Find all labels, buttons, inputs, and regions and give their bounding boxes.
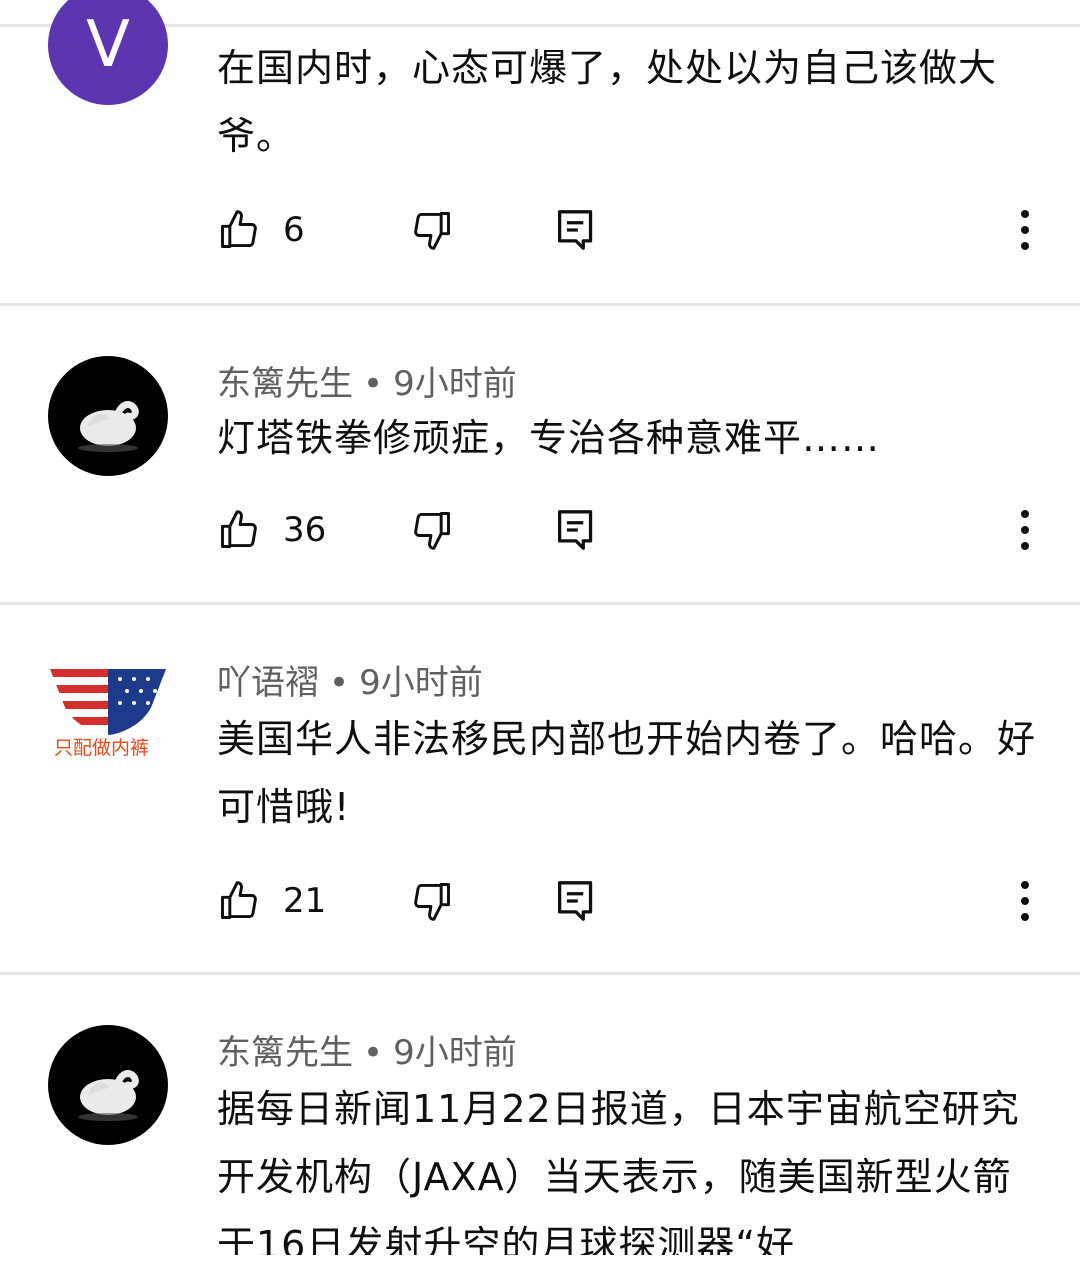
separator-dot: • <box>329 663 350 703</box>
timestamp: 9小时前 <box>359 663 483 703</box>
thumbs-up-icon <box>221 881 257 919</box>
separator-dot: • <box>363 364 384 404</box>
comment-actions: 21 <box>0 871 1080 931</box>
comment-text: 美国华人非法移民内部也开始内卷了。哈哈。好可惜哦! <box>217 717 1037 829</box>
like-count: 36 <box>283 510 327 550</box>
like-button[interactable]: 21 <box>217 871 326 931</box>
divider <box>0 972 1080 975</box>
dislike-button[interactable] <box>410 871 454 931</box>
more-options-button[interactable] <box>1010 871 1040 931</box>
flag-underwear-avatar-image <box>50 669 166 735</box>
comment-text: 据每日新闻11月22日报道，日本宇宙航空研究开发机构（JAXA）当天表示，随美国… <box>217 1087 1020 1255</box>
reply-button[interactable] <box>556 871 596 931</box>
thumbs-down-icon <box>414 212 450 250</box>
comment-actions: 36 <box>0 500 1080 560</box>
author-name[interactable]: 东篱先生 <box>217 1033 353 1073</box>
avatar[interactable]: V <box>48 0 168 105</box>
swan-avatar-image <box>78 1070 139 1121</box>
avatar-caption: 只配做内裤 <box>54 737 150 759</box>
timestamp: 9小时前 <box>393 364 517 404</box>
comment-meta: 东篱先生 • 9小时前 <box>217 1025 517 1074</box>
separator-dot: • <box>363 1033 384 1073</box>
avatar[interactable]: 只配做内裤 <box>48 665 168 785</box>
dislike-button[interactable] <box>410 200 454 260</box>
reply-icon <box>558 881 593 921</box>
like-count: 21 <box>283 881 327 921</box>
like-button[interactable]: 6 <box>217 200 305 260</box>
more-options-button[interactable] <box>1010 200 1040 260</box>
comment-text: 在国内时，心态可爆了，处处以为自己该做大爷。 <box>217 46 998 158</box>
thumbs-down-icon <box>414 512 450 550</box>
divider <box>0 303 1080 306</box>
reply-icon <box>558 210 593 250</box>
comment-text: 灯塔铁拳修顽症，专治各种意难平…… <box>217 416 881 460</box>
thumbs-down-icon <box>414 883 450 921</box>
more-vert-icon <box>1021 210 1029 250</box>
more-options-button[interactable] <box>1010 500 1040 560</box>
author-name[interactable]: 吖语褶 <box>217 663 319 703</box>
like-count: 6 <box>283 210 305 250</box>
timestamp: 9小时前 <box>393 1033 517 1073</box>
more-vert-icon <box>1021 881 1029 921</box>
thumbs-up-icon <box>221 510 257 548</box>
more-vert-icon <box>1021 510 1029 550</box>
comment-actions: 6 <box>0 200 1080 260</box>
reply-icon <box>558 510 593 550</box>
avatar-letter: V <box>86 8 130 82</box>
like-button[interactable]: 36 <box>217 500 326 560</box>
avatar[interactable] <box>48 356 168 476</box>
divider <box>0 602 1080 605</box>
thumbs-up-icon <box>221 210 257 248</box>
reply-button[interactable] <box>556 500 596 560</box>
avatar[interactable] <box>48 1025 168 1145</box>
dislike-button[interactable] <box>410 500 454 560</box>
swan-avatar-image <box>78 401 139 452</box>
comment-meta: 东篱先生 • 9小时前 <box>217 356 517 405</box>
comments-page: V 在国内时，心态可爆了，处处以为自己该做大爷。 6 东篱先生 • 9小时前 灯… <box>0 0 1080 1264</box>
reply-button[interactable] <box>556 200 596 260</box>
author-name[interactable]: 东篱先生 <box>217 364 353 404</box>
comment-meta: 吖语褶 • 9小时前 <box>217 655 483 704</box>
